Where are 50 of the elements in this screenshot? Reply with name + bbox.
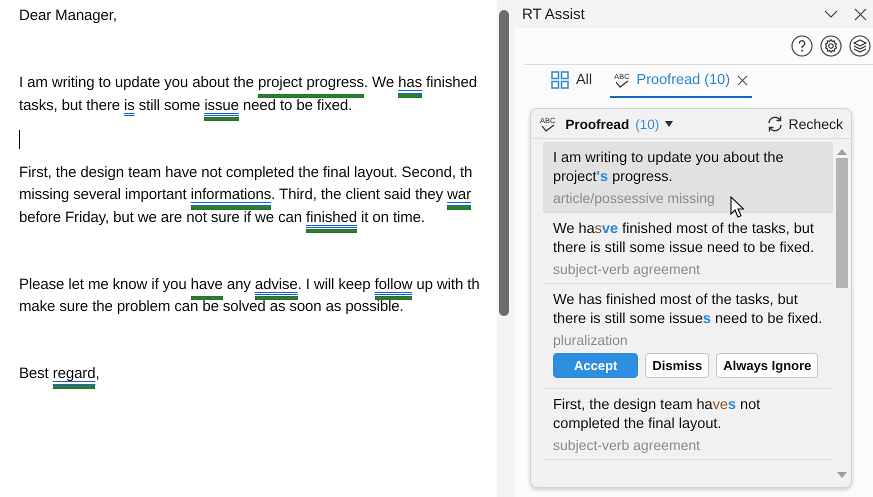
close-icon[interactable] — [737, 74, 748, 86]
suggestion-item[interactable]: We hasve finished most of the tasks, but there is still some issue need to be fixed. subject-verb agreement — [543, 213, 833, 284]
flagged-word[interactable]: war — [447, 185, 472, 210]
flagged-word[interactable]: have — [190, 274, 223, 300]
flagged-word[interactable]: project progress — [258, 73, 364, 98]
suggestion-item[interactable]: We has finished most of the tasks, but there is still some issues need to be fixed. pluralization Accept Dismiss Always Ignore — [543, 284, 833, 389]
tab-label: Proofread (10) — [636, 72, 730, 88]
suggestion-text: We has finished most of the tasks, but there is still some issues need to be fixed. — [553, 291, 823, 328]
settings-icon[interactable] — [820, 35, 842, 57]
tab-label: All — [576, 72, 592, 88]
suggestion-category: article/possessive missing — [553, 190, 716, 206]
check-icon — [540, 124, 555, 132]
suggestion-item[interactable]: I am writing to update you about the project's progress. article/possessive missing — [543, 142, 833, 213]
caret-icon[interactable] — [665, 121, 674, 127]
refresh-icon — [766, 115, 784, 133]
suggestion-text: We hasve finished most of the tasks, but there is still some issue need to be fixed. — [553, 220, 816, 257]
suggestion-category: pluralization — [553, 332, 629, 348]
flagged-word[interactable]: issue — [204, 96, 239, 120]
flagged-word[interactable]: has — [398, 73, 422, 98]
suggestion-category: subject-verb agreement — [553, 261, 702, 277]
suggestion-item[interactable]: First, the design team haves not completed the final layout. subject-verb agreement — [543, 389, 833, 460]
text-line: Dear Manager, — [19, 6, 118, 26]
help-icon[interactable] — [791, 35, 813, 57]
issue-count: (10) — [635, 116, 660, 132]
tab[interactable]: All — [547, 71, 596, 98]
scrollbar-thumb[interactable] — [836, 158, 848, 288]
flagged-word[interactable]: follow — [374, 274, 412, 300]
suggestion-text: First, the design team haves not completed the final layout. — [553, 396, 762, 433]
close-icon[interactable] — [854, 8, 867, 20]
flagged-word[interactable]: advise — [254, 274, 298, 300]
suggestion-text: I am writing to update you about the project's progress. — [553, 149, 785, 186]
scrollbar[interactable] — [497, 0, 510, 497]
layers-icon[interactable] — [849, 35, 871, 57]
suggestion-category: subject-verb agreement — [553, 437, 702, 453]
card-title: Proofread — [565, 116, 630, 132]
scrollbar-thumb[interactable] — [498, 10, 508, 316]
flagged-word[interactable]: finished — [306, 208, 357, 232]
flagged-word[interactable]: regard — [52, 364, 96, 389]
mouse-pointer-icon — [730, 196, 744, 218]
text-caret — [19, 130, 20, 149]
grid-icon — [551, 71, 569, 89]
text-line: First, the design team have not completed the final layout. Second, th — [19, 162, 474, 182]
text-line: make sure the problem can be solved as soon as possible. — [19, 297, 405, 317]
action-button[interactable]: Dismiss — [645, 353, 710, 378]
flagged-word[interactable]: is — [124, 96, 135, 114]
flagged-word[interactable]: informations — [190, 185, 272, 210]
recheck-button[interactable]: Recheck — [758, 113, 851, 135]
panel-title: RT Assist — [522, 6, 586, 22]
check-icon — [614, 80, 629, 88]
action-button[interactable]: Always Ignore — [716, 353, 818, 378]
